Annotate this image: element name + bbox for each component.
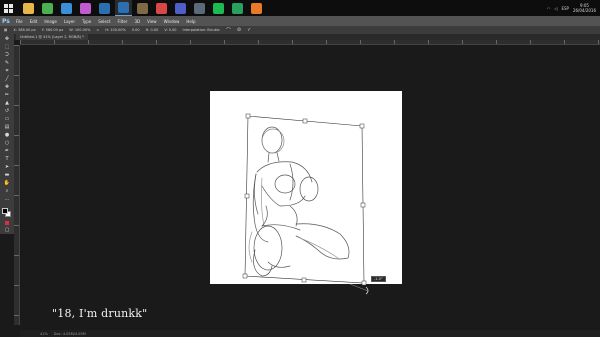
options-bar: ▦ X: 388.00 px Y: 560.00 px W: 100.00% ∞… xyxy=(0,26,600,34)
taskbar-app-media[interactable] xyxy=(229,0,246,16)
taskbar-app-video[interactable] xyxy=(77,0,94,16)
option-skew-h[interactable]: H: 0.00 xyxy=(146,28,159,32)
zoom-level[interactable]: 41% xyxy=(40,332,48,336)
taskbar-app-photoshop-2[interactable] xyxy=(115,0,132,16)
option-h[interactable]: H: 100.00% xyxy=(105,28,126,32)
menu-bar: Ps File Edit Image Layer Type Select Fil… xyxy=(0,16,600,26)
pin-icon xyxy=(156,2,167,14)
video-icon xyxy=(80,2,91,14)
option-skew-v[interactable]: V: 0.00 xyxy=(164,28,176,32)
media-icon xyxy=(232,2,243,14)
history-brush-tool-icon[interactable]: ↺ xyxy=(3,109,11,114)
option-w[interactable]: W: 100.00% xyxy=(69,28,90,32)
hand-tool-icon[interactable]: ✋ xyxy=(3,181,11,186)
pen-tool-icon[interactable]: ✒ xyxy=(3,149,11,154)
photoshop-logo: Ps xyxy=(2,17,10,25)
quick-select-tool-icon[interactable]: ✎ xyxy=(3,61,11,66)
video-caption: "18, I'm drunkk" xyxy=(52,307,148,320)
menu-layer[interactable]: Layer xyxy=(64,19,75,24)
calendar-icon xyxy=(175,2,186,14)
gimp-icon xyxy=(137,2,148,14)
taskbar-app-firefox[interactable] xyxy=(248,0,265,16)
clock-date: 26/04/2016 xyxy=(572,8,596,13)
gradient-tool-icon[interactable]: ▤ xyxy=(3,125,11,130)
chrome-icon xyxy=(42,2,53,14)
screen-mode-icon[interactable]: ▢ xyxy=(3,228,11,233)
status-bar: 41% Doc: 4.05M/4.05M xyxy=(20,330,600,337)
taskbar-app-photoshop[interactable] xyxy=(96,0,113,16)
folder-icon xyxy=(23,2,34,14)
stamp-tool-icon[interactable]: ▲ xyxy=(3,101,11,106)
reference-point-icon[interactable]: ▦ xyxy=(4,28,7,32)
crop-tool-icon[interactable]: ⌗ xyxy=(3,69,11,74)
cancel-transform-icon[interactable]: ⊘ xyxy=(237,27,241,33)
option-y[interactable]: Y: 560.00 px xyxy=(42,28,64,32)
taskbar-app-image-viewer[interactable] xyxy=(58,0,75,16)
menu-image[interactable]: Image xyxy=(44,19,57,24)
option-interpolation[interactable]: Interpolation: Bicubic xyxy=(183,28,220,32)
taskbar-app-folder[interactable] xyxy=(20,0,37,16)
menu-3d[interactable]: 3D xyxy=(134,19,140,24)
photoshop-icon xyxy=(99,2,110,14)
taskbar-app-chrome[interactable] xyxy=(39,0,56,16)
wifi-icon[interactable]: ◠ xyxy=(547,6,551,11)
quick-mask-icon[interactable] xyxy=(5,221,9,225)
brush-tool-icon[interactable]: ✏ xyxy=(3,93,11,98)
menu-select[interactable]: Select xyxy=(98,19,110,24)
marquee-tool-icon[interactable]: ⬚ xyxy=(3,45,11,50)
photoshop-icon-2 xyxy=(118,2,129,13)
windows-taskbar: ◠ ◁ ESP 9:05 26/04/2016 xyxy=(0,0,600,16)
blur-tool-icon[interactable]: ● xyxy=(3,133,11,138)
eraser-tool-icon[interactable]: ▭ xyxy=(3,117,11,122)
menu-type[interactable]: Type xyxy=(82,19,91,24)
clock[interactable]: 9:05 26/04/2016 xyxy=(573,3,596,13)
menu-help[interactable]: Help xyxy=(186,19,195,24)
menu-edit[interactable]: Edit xyxy=(30,19,38,24)
document-canvas[interactable] xyxy=(210,91,402,284)
color-swatches[interactable] xyxy=(2,208,12,218)
commit-transform-icon[interactable]: ✓ xyxy=(247,27,251,33)
dodge-tool-icon[interactable]: ○ xyxy=(3,141,11,146)
menu-window[interactable]: Window xyxy=(164,19,180,24)
option-rotate[interactable]: 0.00 xyxy=(132,28,140,32)
zoom-tool-icon[interactable]: ⌕ xyxy=(3,189,11,194)
taskbar-app-calendar[interactable] xyxy=(172,0,189,16)
option-x[interactable]: X: 388.00 px xyxy=(13,28,35,32)
start-button[interactable] xyxy=(0,0,16,16)
volume-icon[interactable]: ◁ xyxy=(554,6,557,11)
taskbar-app-pin[interactable] xyxy=(153,0,170,16)
steam-icon xyxy=(194,2,205,14)
menu-file[interactable]: File xyxy=(16,19,23,24)
tools-panel: ✥ ⬚ ᑐ ✎ ⌗ ╱ ✚ ✏ ▲ ↺ ▭ ▤ ● ○ ✒ T ➤ ▬ ✋ ⌕ … xyxy=(0,34,14,234)
firefox-icon xyxy=(251,2,262,14)
image-viewer-icon xyxy=(61,2,72,14)
menu-filter[interactable]: Filter xyxy=(118,19,128,24)
transform-readout: -1.0° xyxy=(371,276,386,282)
menu-view[interactable]: View xyxy=(147,19,157,24)
lasso-tool-icon[interactable]: ᑐ xyxy=(3,53,11,58)
warp-toggle-icon[interactable]: ⌒ xyxy=(226,27,231,34)
more-tools-icon[interactable]: … xyxy=(3,197,11,202)
move-tool-icon[interactable]: ✥ xyxy=(3,37,11,42)
taskbar-app-steam[interactable] xyxy=(191,0,208,16)
rotation-value: -1.0° xyxy=(374,277,383,281)
system-tray: ◠ ◁ ESP 9:05 26/04/2016 xyxy=(547,0,600,16)
windows-logo-icon xyxy=(3,3,13,13)
taskbar-app-gimp[interactable] xyxy=(134,0,151,16)
foreground-color-swatch[interactable] xyxy=(2,208,8,214)
healing-tool-icon[interactable]: ✚ xyxy=(3,85,11,90)
shape-tool-icon[interactable]: ▬ xyxy=(3,173,11,178)
taskbar-apps xyxy=(20,0,267,16)
spotify-icon xyxy=(213,2,224,14)
taskbar-app-spotify[interactable] xyxy=(210,0,227,16)
language-indicator[interactable]: ESP xyxy=(561,6,568,11)
eyedropper-tool-icon[interactable]: ╱ xyxy=(3,77,11,82)
document-info[interactable]: Doc: 4.05M/4.05M xyxy=(54,332,86,336)
link-icon[interactable]: ∞ xyxy=(96,28,99,32)
type-tool-icon[interactable]: T xyxy=(3,157,11,162)
path-select-tool-icon[interactable]: ➤ xyxy=(3,165,11,170)
